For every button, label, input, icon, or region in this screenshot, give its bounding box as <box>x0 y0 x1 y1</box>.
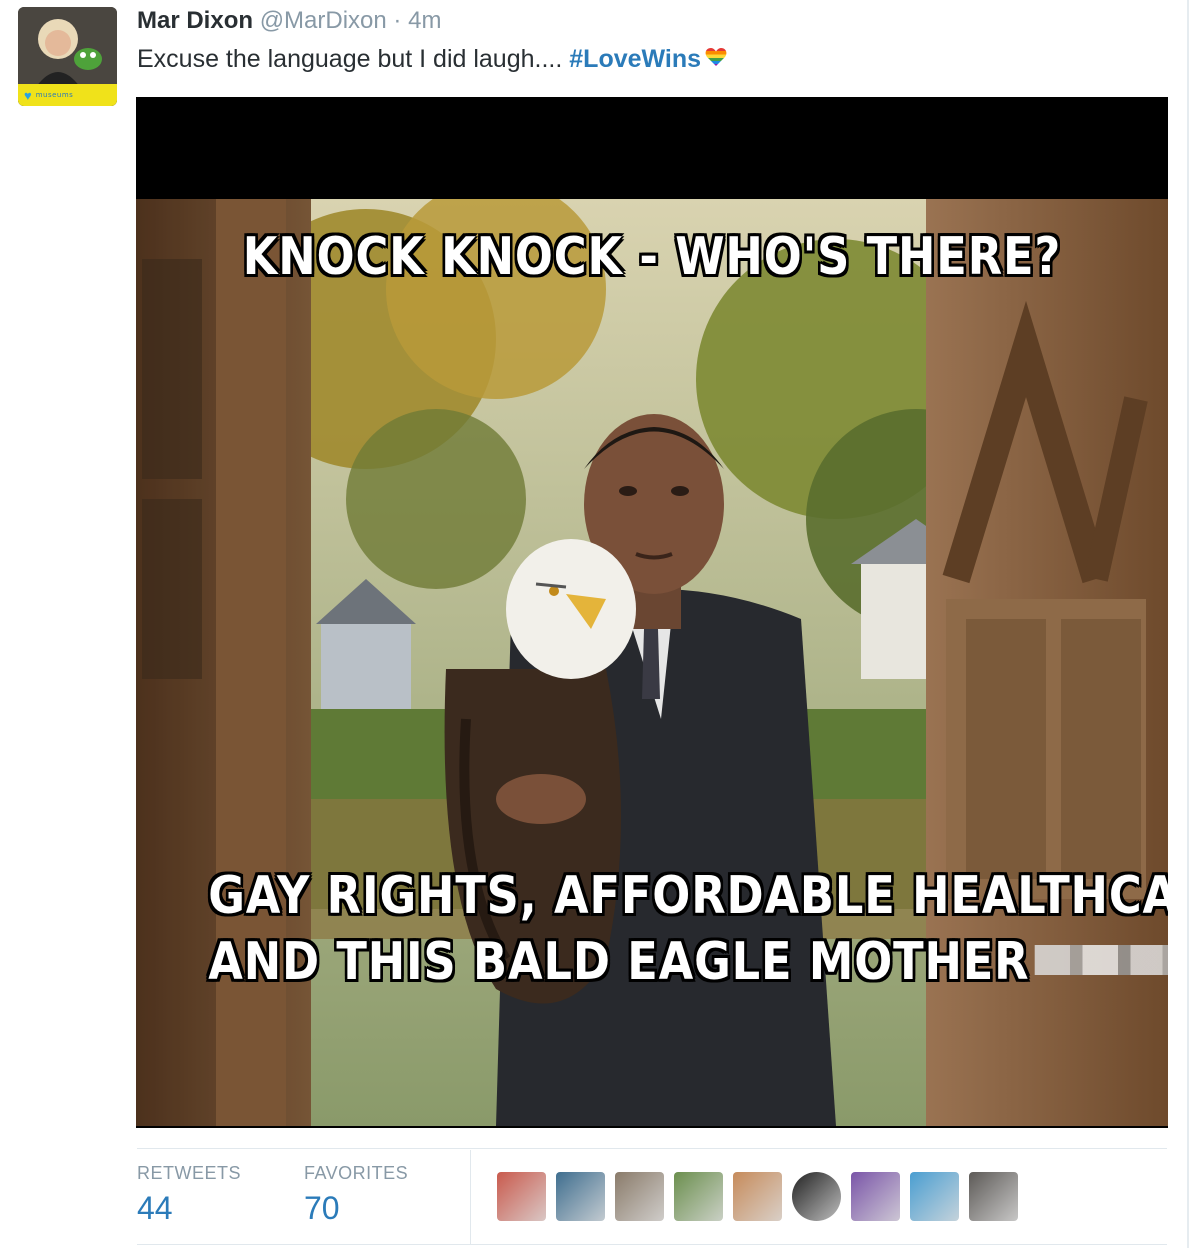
author-avatar[interactable]: ♥ museums <box>18 7 117 106</box>
favorites-label[interactable]: FAVORITES <box>304 1163 408 1184</box>
stats-separator <box>470 1150 471 1244</box>
stats-top-divider <box>137 1148 1167 1149</box>
meme-bottom-caption-line2: AND THIS BALD EAGLE MOTHER. <box>208 929 1168 995</box>
stats-bottom-divider <box>137 1244 1167 1245</box>
tweet-header: Mar Dixon @MarDixon · 4m <box>137 6 441 36</box>
tweet-media-image[interactable]: KNOCK KNOCK - WHO'S THERE? GAY RIGHTS, A… <box>136 97 1168 1128</box>
author-handle[interactable]: @MarDixon <box>260 7 387 34</box>
avatar-badge-text: museums <box>35 91 74 99</box>
author-name[interactable]: Mar Dixon <box>137 7 253 34</box>
retweets-count[interactable]: 44 <box>137 1190 173 1227</box>
favoriter-avatar[interactable] <box>792 1172 841 1221</box>
retweets-label[interactable]: RETWEETS <box>137 1163 241 1184</box>
favoriter-avatar[interactable] <box>674 1172 723 1221</box>
favoriter-avatar[interactable] <box>733 1172 782 1221</box>
tweet-timestamp[interactable]: 4m <box>408 7 441 34</box>
header-separator: · <box>393 7 402 34</box>
favoriter-avatar[interactable] <box>851 1172 900 1221</box>
favorites-count[interactable]: 70 <box>304 1190 340 1227</box>
avatar-badge-band: ♥ museums <box>18 84 117 106</box>
favoriter-avatar[interactable] <box>497 1172 546 1221</box>
hashtag-link[interactable]: #LoveWins <box>569 45 701 73</box>
favoriter-avatar[interactable] <box>910 1172 959 1221</box>
rainbow-heart-icon <box>705 48 727 67</box>
favoriter-avatar[interactable] <box>615 1172 664 1221</box>
favoriters-list <box>497 1172 1018 1221</box>
tweet-text: Excuse the language but I did laugh.... … <box>137 43 727 75</box>
heart-icon: ♥ <box>24 87 32 103</box>
favoriter-avatar[interactable] <box>969 1172 1018 1221</box>
timeline-border <box>1187 0 1189 1248</box>
meme-bottom-line2-text: AND THIS BALD EAGLE MOTHER <box>208 932 1030 992</box>
meme-bottom-caption-line1: GAY RIGHTS, AFFORDABLE HEALTHCARE <box>208 866 1168 926</box>
meme-top-caption: KNOCK KNOCK - WHO'S THERE? <box>242 227 1062 287</box>
pixelated-censor <box>1034 945 1168 975</box>
favoriter-avatar[interactable] <box>556 1172 605 1221</box>
tweet-body: Excuse the language but I did laugh.... <box>137 45 570 73</box>
